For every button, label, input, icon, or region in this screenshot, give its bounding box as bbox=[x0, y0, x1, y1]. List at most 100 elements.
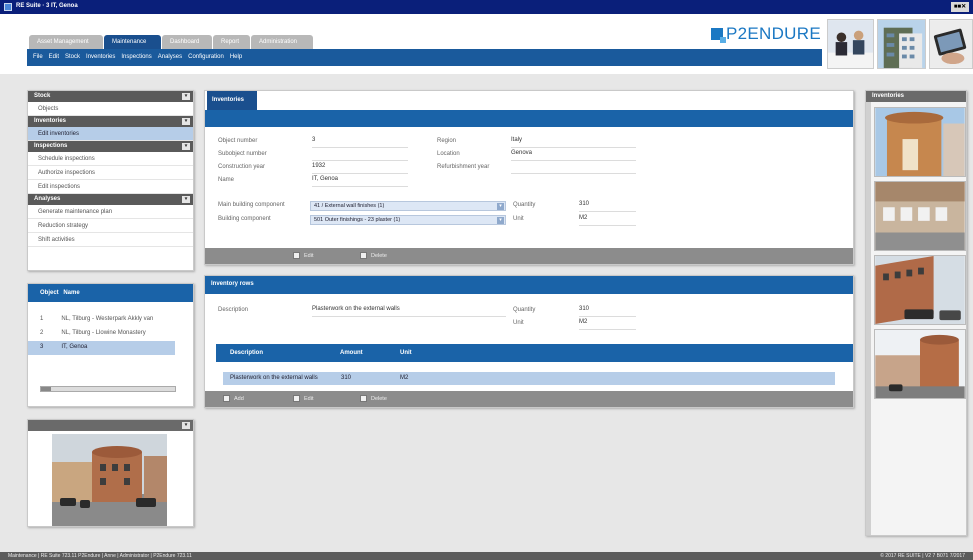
object-row-selected[interactable]: 3 IT, Genoa bbox=[28, 341, 175, 355]
photo-preview-panel: ▾ bbox=[27, 419, 194, 527]
analyses-header[interactable]: Analyses ▾ bbox=[28, 194, 193, 205]
menu-configuration[interactable]: Configuration bbox=[188, 54, 224, 61]
inventory-rows-panel: Inventory rows Description Plasterwork o… bbox=[204, 275, 854, 408]
scrollbar-thumb[interactable] bbox=[41, 387, 51, 391]
label-refurbishment-year: Refurbishment year bbox=[437, 164, 490, 170]
cell-unit: M2 bbox=[400, 375, 409, 381]
collapse-icon[interactable]: ▾ bbox=[182, 93, 190, 100]
logo-text: P2ENDURE bbox=[726, 24, 821, 43]
label-location: Location bbox=[437, 151, 460, 157]
value-region[interactable]: Italy bbox=[511, 137, 636, 148]
collapse-icon[interactable]: ▾ bbox=[182, 196, 190, 203]
label-main-building-component: Main building component bbox=[218, 202, 285, 208]
app-header: Asset Management Maintenance Dashboard R… bbox=[0, 14, 973, 74]
menu-help[interactable]: Help bbox=[230, 54, 242, 61]
delete-button[interactable]: Delete bbox=[360, 395, 387, 402]
delete-icon bbox=[360, 395, 367, 402]
table-row[interactable]: Plasterwork on the external walls 310 M2 bbox=[223, 372, 835, 385]
horizontal-scrollbar[interactable] bbox=[40, 386, 176, 392]
value-construction-year[interactable]: 1932 bbox=[312, 163, 408, 174]
value-quantity[interactable]: 310 bbox=[579, 201, 636, 212]
thumbnail-photo[interactable] bbox=[874, 255, 966, 325]
edit-button[interactable]: Edit bbox=[293, 395, 313, 402]
value-subobject-number[interactable] bbox=[312, 150, 408, 161]
window-title: RE Suite · 3 IT, Genoa bbox=[16, 3, 78, 9]
column-header-name[interactable]: Name bbox=[63, 290, 79, 296]
value-location[interactable]: Genova bbox=[511, 150, 636, 161]
main-building-component-select[interactable]: 41 / External wall finishes (1) ▾ bbox=[310, 201, 506, 211]
value-unit[interactable]: M2 bbox=[579, 215, 636, 226]
inventories-header-bar bbox=[205, 110, 853, 127]
building-component-select[interactable]: 501 Outer finishings - 23 plaster (1) ▾ bbox=[310, 215, 506, 225]
nav-item-shift-activities[interactable]: Shift activities bbox=[28, 233, 193, 247]
inspections-header[interactable]: Inspections ▾ bbox=[28, 141, 193, 152]
value-name[interactable]: IT, Genoa bbox=[312, 176, 408, 187]
nav-item-objects[interactable]: Objects bbox=[28, 102, 193, 116]
value-refurbishment-year[interactable] bbox=[511, 163, 636, 174]
tab-report[interactable]: Report bbox=[213, 35, 250, 49]
label-unit: Unit bbox=[513, 320, 524, 326]
nav-item-generate-maintenance-plan[interactable]: Generate maintenance plan bbox=[28, 205, 193, 219]
nav-item-authorize-inspections[interactable]: Authorize inspections bbox=[28, 166, 193, 180]
add-button[interactable]: Add bbox=[223, 395, 244, 402]
column-header-description[interactable]: Description bbox=[230, 350, 263, 356]
tab-inventories[interactable]: Inventories bbox=[207, 91, 257, 110]
add-icon bbox=[223, 395, 230, 402]
menu-stock[interactable]: Stock bbox=[65, 54, 80, 61]
column-header-object[interactable]: Object bbox=[40, 290, 59, 296]
collapse-icon[interactable]: ▾ bbox=[182, 143, 190, 150]
object-row[interactable]: 1 NL, Tilburg - Westerpark Akkly van bbox=[28, 313, 193, 327]
inventories-header[interactable]: Inventories ▾ bbox=[28, 116, 193, 127]
column-header-amount[interactable]: Amount bbox=[340, 350, 363, 356]
collapse-icon[interactable]: ▾ bbox=[182, 118, 190, 125]
column-header-unit[interactable]: Unit bbox=[400, 350, 412, 356]
value-description[interactable]: Plasterwork on the external walls bbox=[312, 306, 506, 317]
menu-analyses[interactable]: Analyses bbox=[158, 54, 182, 61]
nav-item-edit-inventories[interactable]: Edit inventories bbox=[28, 127, 193, 141]
vertical-scrollbar[interactable] bbox=[866, 102, 871, 535]
object-list-header: Object Name bbox=[28, 284, 193, 302]
nav-item-reduction-strategy[interactable]: Reduction strategy bbox=[28, 219, 193, 233]
edit-button[interactable]: Edit bbox=[293, 252, 313, 259]
status-right: © 2017 RE SUITE | V2 7 B071 7/2017 bbox=[880, 553, 965, 559]
value-quantity[interactable]: 310 bbox=[579, 306, 636, 317]
object-row[interactable]: 2 NL, Tilburg - Llowine Monastery bbox=[28, 327, 193, 341]
collapse-icon[interactable]: ▾ bbox=[182, 422, 190, 429]
stock-header[interactable]: Stock ▾ bbox=[28, 91, 193, 102]
chevron-down-icon[interactable]: ▾ bbox=[497, 217, 504, 224]
thumbnail-photo[interactable] bbox=[874, 107, 966, 177]
nav-item-schedule-inspections[interactable]: Schedule inspections bbox=[28, 152, 193, 166]
value-unit[interactable]: M2 bbox=[579, 319, 636, 330]
chevron-down-icon[interactable]: ▾ bbox=[497, 203, 504, 210]
value-object-number[interactable]: 3 bbox=[312, 137, 408, 148]
delete-button[interactable]: Delete bbox=[360, 252, 387, 259]
tab-asset-management[interactable]: Asset Management bbox=[29, 35, 103, 49]
inventories-panel: Inventories Object number 3 Subobject nu… bbox=[204, 90, 854, 265]
photo-preview-header: ▾ bbox=[28, 420, 193, 431]
workspace: Stock ▾ Objects Inventories ▾ Edit invento… bbox=[0, 74, 973, 552]
thumbnails-panel: Inventories bbox=[865, 90, 967, 536]
inventory-rows-table-header: Description Amount Unit bbox=[216, 344, 853, 362]
nav-item-edit-inspections[interactable]: Edit inspections bbox=[28, 180, 193, 194]
tab-dashboard[interactable]: Dashboard bbox=[162, 35, 212, 49]
thumbnail-photo[interactable] bbox=[874, 329, 966, 399]
menu-edit[interactable]: Edit bbox=[49, 54, 59, 61]
app-icon bbox=[4, 3, 12, 11]
label-name: Name bbox=[218, 177, 235, 183]
label-quantity: Quantity bbox=[513, 202, 536, 208]
tablet-photo bbox=[929, 19, 973, 69]
thumbnail-photo[interactable] bbox=[874, 181, 966, 251]
label-building-component: Building component bbox=[218, 216, 271, 222]
menu-inventories[interactable]: Inventories bbox=[86, 54, 115, 61]
menu-file[interactable]: File bbox=[33, 54, 43, 61]
inventory-rows-header: Inventory rows bbox=[205, 276, 853, 294]
tab-administration[interactable]: Administration bbox=[251, 35, 313, 49]
edit-icon bbox=[293, 395, 300, 402]
menu-inspections[interactable]: Inspections bbox=[121, 54, 151, 61]
tab-maintenance[interactable]: Maintenance bbox=[104, 35, 161, 49]
p2endure-logo-icon bbox=[711, 28, 726, 43]
navigation-panel: Stock ▾ Objects Inventories ▾ Edit invento… bbox=[27, 90, 194, 271]
cell-description: Plasterwork on the external walls bbox=[230, 375, 318, 381]
inventories-action-bar: Edit Delete bbox=[205, 248, 853, 264]
window-controls[interactable]: ■■✕ bbox=[951, 2, 969, 12]
